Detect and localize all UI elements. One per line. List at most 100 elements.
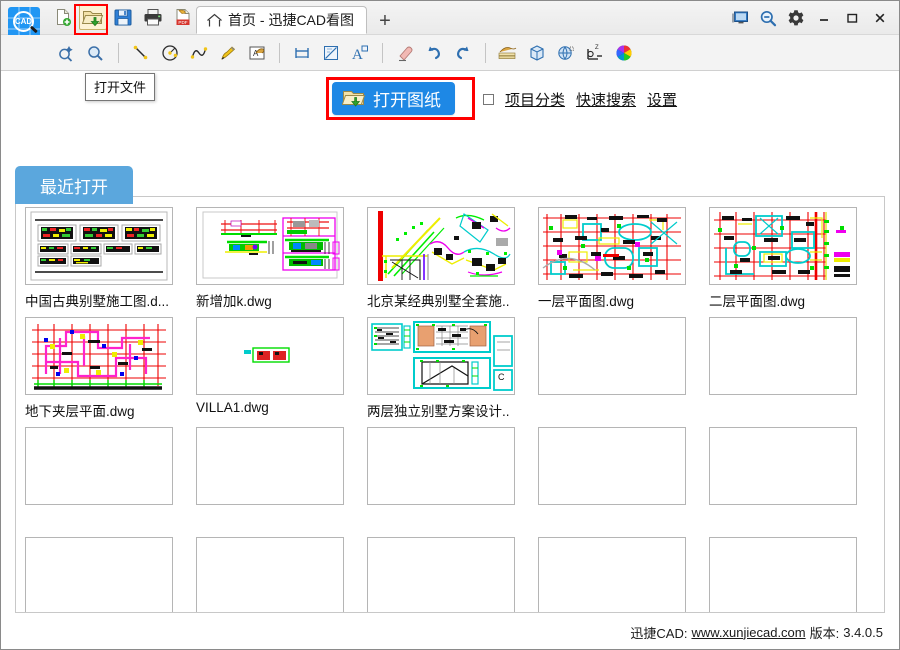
file-thumbnail [25,317,173,395]
footer-version-label: 版本: [809,625,840,641]
tab-strip: 首页 - 迅捷CAD看图 + [196,6,399,34]
file-cell-empty[interactable] [538,537,709,612]
settings-gear-button[interactable] [783,6,809,30]
file-cell-empty[interactable] [538,427,709,537]
settings-link[interactable]: 设置 [647,89,677,110]
file-name: 二层平面图.dwg [709,294,806,309]
file-cell[interactable]: 二层平面图.dwg [709,207,880,317]
footer-url-link[interactable]: www.xunjiecad.com [691,625,805,640]
dimension-angle-button[interactable] [317,39,345,67]
save-icon [113,7,133,27]
file-cell-empty[interactable] [25,427,196,537]
3d-view-button[interactable] [552,39,580,67]
tab-home[interactable]: 首页 - 迅捷CAD看图 [196,6,367,34]
close-button[interactable] [867,6,893,30]
circle-icon [160,43,180,63]
revcloud-button[interactable]: A [243,39,271,67]
color-wheel-button[interactable] [610,39,638,67]
file-cell-empty[interactable] [709,537,880,612]
svg-text:A: A [352,47,363,63]
file-thumbnail-empty [367,427,515,505]
screen-capture-button[interactable] [727,6,753,30]
toolbar-separator [118,42,119,63]
file-thumbnail [538,207,686,285]
file-cell[interactable]: 地下夹层平面.dwg [25,317,196,427]
save-button[interactable] [109,4,137,30]
file-name: 一层平面图.dwg [538,294,635,309]
text-button[interactable]: A [346,39,374,67]
file-cell-empty[interactable] [709,427,880,537]
file-cell[interactable]: 中国古典别墅施工图.d... [25,207,196,317]
footer-brand: 迅捷CAD: [630,625,688,641]
maximize-button[interactable] [839,6,865,30]
zoom-pan-icon [57,43,77,63]
file-cell-empty[interactable] [709,317,880,427]
file-thumbnail: C [367,317,515,395]
line-button[interactable] [127,39,155,67]
undo-icon [424,43,444,63]
tab-recent-files[interactable]: 最近打开 [15,166,133,204]
file-cell-empty[interactable] [367,537,538,612]
file-cell-empty[interactable] [25,537,196,612]
file-thumbnail-empty [538,317,686,395]
file-cell-empty[interactable] [367,427,538,537]
open-drawing-button[interactable]: 打开图纸 [332,82,455,115]
file-cell-empty[interactable] [196,427,367,537]
header-nav: 项目分类 快速搜索 设置 [483,89,677,110]
export-pdf-button[interactable]: PDF [169,4,197,30]
file-thumbnail [196,317,344,395]
file-cell[interactable]: 北京某经典别墅全套施.. [367,207,538,317]
revcloud-icon: A [247,43,267,63]
new-file-button[interactable] [49,4,77,30]
zoom-window-button[interactable] [82,39,110,67]
main-content: 打开图纸 项目分类 快速搜索 设置 最近打开 中国古典别墅施工图.d... 新增… [1,71,899,649]
file-cell[interactable]: 一层平面图.dwg [538,207,709,317]
file-cell[interactable]: 新增加k.dwg [196,207,367,317]
layers-button[interactable] [494,39,522,67]
eraser-button[interactable] [391,39,419,67]
magnifier-handle-icon [30,25,38,33]
eraser-icon [395,43,415,63]
quick-search-link[interactable]: 快速搜索 [576,89,636,110]
ucs-button[interactable]: Z [581,39,609,67]
footer-bar: 迅捷CAD: www.xunjiecad.com 版本: 3.4.0.5 [1,615,899,649]
file-cell-empty[interactable] [196,537,367,612]
toolbar-separator [279,42,280,63]
file-thumbnail-empty [196,427,344,505]
file-thumbnail-empty [538,427,686,505]
file-thumbnail-empty [25,427,173,505]
zoom-out-button[interactable] [755,6,781,30]
cube-button[interactable] [523,39,551,67]
file-cell-empty[interactable] [538,317,709,427]
dimension-linear-button[interactable] [288,39,316,67]
minimize-button[interactable] [811,6,837,30]
undo-button[interactable] [420,39,448,67]
file-name: 地下夹层平面.dwg [25,404,135,419]
3d-view-icon [556,43,576,63]
project-category-checkbox[interactable] [483,94,494,105]
file-thumbnail-empty [538,537,686,612]
file-thumbnail-empty [196,537,344,612]
redo-button[interactable] [449,39,477,67]
open-file-button[interactable] [79,4,107,30]
print-button[interactable] [139,4,167,30]
home-icon [206,13,223,28]
file-thumbnail-empty [709,427,857,505]
project-category-link[interactable]: 项目分类 [505,89,565,110]
file-cell[interactable]: VILLA1.dwg [196,317,367,427]
pencil-button[interactable] [214,39,242,67]
print-icon [143,7,163,27]
toolbar-separator [485,42,486,63]
svg-text:PDF: PDF [178,20,187,25]
zoom-pan-button[interactable] [53,39,81,67]
cube-icon [527,43,547,63]
circle-button[interactable] [156,39,184,67]
open-file-tooltip: 打开文件 [85,73,156,101]
file-name: VILLA1.dwg [196,400,269,415]
file-thumbnail [25,207,173,285]
spline-button[interactable] [185,39,213,67]
color-wheel-icon [614,43,634,63]
top-toolbar: PDF [49,4,197,30]
file-cell[interactable]: C 两层独立别墅方案设计.. [367,317,538,427]
new-tab-button[interactable]: + [371,8,399,34]
